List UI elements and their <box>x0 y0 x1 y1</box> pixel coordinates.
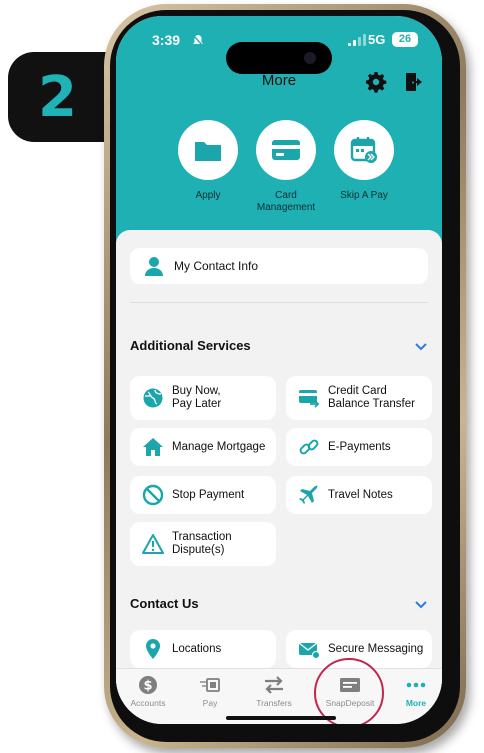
person-icon <box>145 257 163 276</box>
home-indicator <box>226 716 336 720</box>
skip-a-pay-action[interactable]: Skip A Pay <box>326 120 402 214</box>
manage-mortgage-button[interactable]: Manage Mortgage <box>130 428 276 466</box>
chevron-down-icon[interactable] <box>414 339 428 353</box>
credit-card-balance-transfer-button[interactable]: Credit Card Balance Transfer <box>286 376 432 420</box>
service-label: Stop Payment <box>172 488 245 501</box>
my-contact-info-label: My Contact Info <box>174 259 259 273</box>
battery-level: 26 <box>392 32 418 47</box>
card-management-button[interactable] <box>256 120 316 180</box>
house-icon <box>143 438 163 456</box>
service-label: Buy Now, Pay Later <box>172 385 222 410</box>
tab-transfers[interactable]: Transfers <box>246 675 302 708</box>
network-type: 5G <box>368 32 386 47</box>
locations-button[interactable]: Locations <box>130 630 276 668</box>
section-title: Contact Us <box>130 596 199 611</box>
travel-notes-button[interactable]: Travel Notes <box>286 476 432 514</box>
service-label: Locations <box>172 642 222 655</box>
tab-label: Pay <box>202 698 218 708</box>
globe-icon <box>143 388 163 408</box>
snapdeposit-highlight-circle <box>314 658 384 724</box>
phone-frame: 3:39 5G 26 More Apply Card Management Sk… <box>104 4 466 748</box>
tab-label: Accounts <box>130 698 166 708</box>
signal-icon <box>348 34 366 46</box>
additional-services-header[interactable]: Additional Services <box>130 338 428 353</box>
phone-screen: 3:39 5G 26 More Apply Card Management Sk… <box>116 16 442 724</box>
bell-muted-icon <box>192 34 204 47</box>
quick-actions: Apply Card Management Skip A Pay <box>170 120 402 214</box>
apply-action[interactable]: Apply <box>170 120 246 214</box>
services-sheet: My Contact Info Additional Services Buy … <box>116 230 442 700</box>
folder-icon <box>195 142 221 161</box>
gear-icon[interactable] <box>364 70 388 94</box>
status-time: 3:39 <box>152 32 181 48</box>
camera-dot <box>304 52 316 64</box>
card-management-action[interactable]: Card Management <box>248 120 324 214</box>
transaction-disputes-button[interactable]: Transaction Dispute(s) <box>130 522 276 566</box>
e-payments-button[interactable]: E-Payments <box>286 428 432 466</box>
tab-pay[interactable]: Pay <box>182 675 238 708</box>
warning-icon <box>142 534 164 554</box>
service-label: Travel Notes <box>328 488 393 501</box>
service-label: E-Payments <box>328 440 391 453</box>
contact-us-header[interactable]: Contact Us <box>130 596 428 611</box>
tab-accounts[interactable]: $ Accounts <box>120 675 176 708</box>
pay-bill-icon <box>200 678 220 692</box>
service-label: Credit Card Balance Transfer <box>328 385 415 410</box>
apply-button[interactable] <box>178 120 238 180</box>
service-label: Manage Mortgage <box>172 440 266 453</box>
service-label: Transaction Dispute(s) <box>172 531 232 556</box>
chevron-down-icon[interactable] <box>414 597 428 611</box>
logout-icon[interactable] <box>402 70 426 94</box>
card-transfer-icon <box>299 390 320 408</box>
credit-card-icon <box>272 140 300 160</box>
location-pin-icon <box>146 639 160 659</box>
more-dots-icon <box>406 682 426 688</box>
page-title: More <box>261 72 297 89</box>
dynamic-island <box>226 42 332 74</box>
buy-now-pay-later-button[interactable]: Buy Now, Pay Later <box>130 376 276 420</box>
status-bar: 3:39 5G 26 <box>116 32 442 74</box>
svg-text:$: $ <box>143 679 152 694</box>
service-label: Secure Messaging <box>328 642 424 655</box>
divider <box>130 302 428 303</box>
card-management-label: Card Management <box>256 190 316 213</box>
airplane-icon <box>299 485 318 504</box>
tab-label: More <box>405 698 427 708</box>
stop-payment-button[interactable]: Stop Payment <box>130 476 276 514</box>
dollar-icon: $ <box>139 676 157 694</box>
link-icon <box>299 439 319 455</box>
tab-label: Transfers <box>256 698 292 708</box>
transfer-arrows-icon <box>265 676 283 694</box>
calendar-skip-icon <box>350 137 377 163</box>
step-number: 2 <box>38 64 77 130</box>
more-header: 3:39 5G 26 More Apply Card Management Sk… <box>116 16 442 256</box>
tab-more[interactable]: More <box>388 675 442 708</box>
apply-label: Apply <box>195 190 221 201</box>
skip-a-pay-label: Skip A Pay <box>340 190 388 201</box>
prohibited-icon <box>142 484 164 506</box>
skip-a-pay-button[interactable] <box>334 120 394 180</box>
my-contact-info-button[interactable]: My Contact Info <box>130 248 428 284</box>
section-title: Additional Services <box>130 338 251 353</box>
secure-mail-icon <box>298 642 320 659</box>
